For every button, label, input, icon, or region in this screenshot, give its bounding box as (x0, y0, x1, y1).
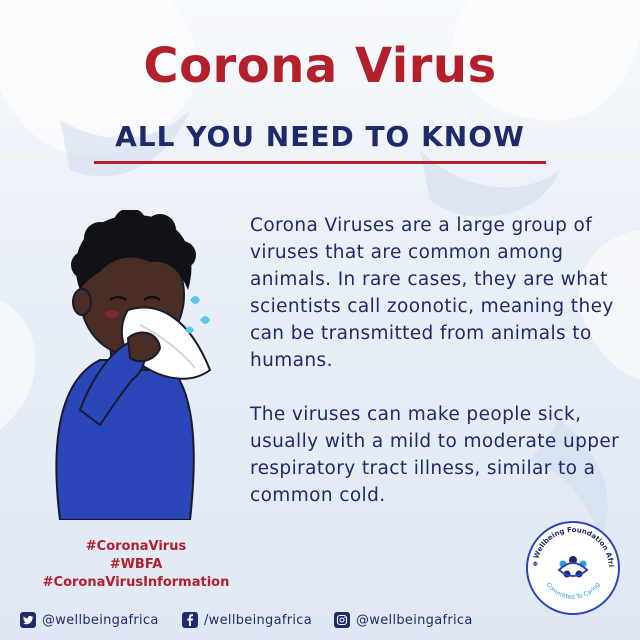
facebook-icon (182, 612, 198, 628)
instagram-handle: @wellbeingafrica (356, 612, 473, 628)
hashtag[interactable]: #CoronaVirusInformation (36, 574, 236, 592)
hashtag[interactable]: #CoronaVirus (36, 538, 236, 556)
hashtag[interactable]: #WBFA (36, 556, 236, 574)
subtitle-underline (94, 161, 546, 164)
twitter-handle: @wellbeingafrica (42, 612, 159, 628)
instagram-link[interactable]: @wellbeingafrica (334, 612, 473, 628)
wellbeing-foundation-logo: The Wellbeing Foundation Africa Committe… (525, 520, 620, 615)
article-body: Corona Viruses are a large group of viru… (250, 212, 630, 536)
paragraph-2: The viruses can make people sick, usuall… (250, 404, 620, 506)
twitter-icon (20, 612, 36, 628)
paragraph-1: Corona Viruses are a large group of viru… (250, 215, 614, 371)
page-title: Corona Virus (143, 38, 497, 94)
hashtag-list: #CoronaVirus #WBFA #CoronaVirusInformati… (36, 538, 236, 592)
social-footer: @wellbeingafrica /wellbeingafrica @wellb… (0, 606, 640, 640)
page-subtitle: ALL YOU NEED TO KNOW (115, 120, 525, 153)
sneezing-person-illustration (55, 210, 212, 520)
facebook-handle: /wellbeingafrica (204, 612, 312, 628)
twitter-link[interactable]: @wellbeingafrica (20, 612, 159, 628)
facebook-link[interactable]: /wellbeingafrica (182, 612, 312, 628)
instagram-icon (334, 612, 350, 628)
